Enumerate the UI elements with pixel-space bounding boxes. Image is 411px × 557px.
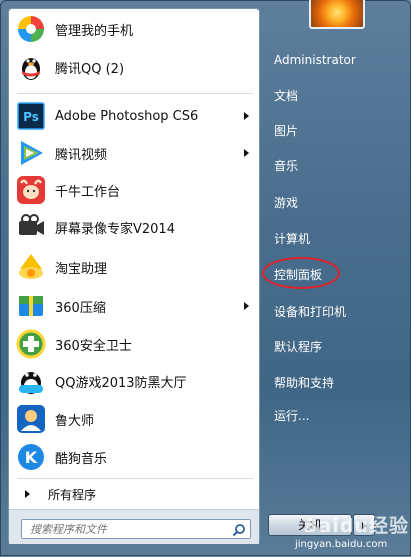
program-item-photoshop[interactable]: Ps Adobe Photoshop CS6	[11, 98, 257, 134]
documents-link[interactable]: 文档	[274, 84, 298, 108]
start-menu: 管理我的手机 腾讯QQ (2) Ps Adobe Photoshop CS6 腾…	[0, 0, 411, 556]
screen-recorder-icon	[15, 211, 47, 243]
kugou-icon: K	[15, 441, 47, 473]
submenu-arrow-icon[interactable]	[244, 112, 249, 120]
svg-text:K: K	[25, 448, 38, 467]
pictures-link[interactable]: 图片	[274, 119, 298, 143]
program-item-tencent-video[interactable]: 腾讯视频	[11, 135, 257, 171]
left-pane: 管理我的手机 腾讯QQ (2) Ps Adobe Photoshop CS6 腾…	[8, 8, 260, 544]
program-label: 屏幕录像专家V2014	[55, 221, 175, 237]
program-item-qq-game[interactable]: QQ游戏2013防黑大厅	[11, 363, 257, 399]
all-programs-button[interactable]: 所有程序	[11, 482, 257, 506]
shutdown-options-button[interactable]	[353, 514, 375, 536]
qianniu-icon	[15, 174, 47, 206]
ludashi-icon	[15, 403, 47, 435]
program-label: QQ游戏2013防黑大厅	[55, 375, 187, 391]
program-item-360-zip[interactable]: 360压缩	[11, 288, 257, 324]
program-label: 酷狗音乐	[55, 451, 108, 467]
submenu-arrow-icon[interactable]	[244, 149, 249, 157]
computer-link[interactable]: 计算机	[274, 227, 310, 251]
program-item-phone-manager[interactable]: 管理我的手机	[11, 11, 257, 47]
qq-game-icon	[15, 365, 47, 397]
360-zip-icon	[15, 290, 47, 322]
phone-manager-icon	[15, 13, 47, 45]
program-item-taobao-assistant[interactable]: 淘宝助理	[11, 249, 257, 285]
all-programs-label: 所有程序	[48, 487, 97, 502]
divider	[17, 93, 253, 94]
program-label: 鲁大师	[55, 413, 95, 429]
games-link[interactable]: 游戏	[274, 191, 298, 215]
program-item-ludashi[interactable]: 鲁大师	[11, 401, 257, 437]
help-support-link[interactable]: 帮助和支持	[274, 371, 334, 395]
user-name-link[interactable]: Administrator	[274, 48, 356, 72]
search-input[interactable]	[22, 520, 230, 538]
program-label: 腾讯视频	[55, 147, 108, 163]
arrow-right-icon	[362, 522, 367, 530]
shutdown-button[interactable]: 关机	[268, 514, 352, 536]
qq-penguin-icon	[15, 51, 47, 83]
program-label: 千牛工作台	[55, 184, 121, 200]
devices-printers-link[interactable]: 设备和打印机	[274, 300, 346, 324]
search-box[interactable]	[21, 519, 251, 539]
run-link[interactable]: 运行...	[274, 404, 309, 428]
default-programs-link[interactable]: 默认程序	[274, 335, 322, 359]
program-item-360-safe[interactable]: 360安全卫士	[11, 326, 257, 362]
music-link[interactable]: 音乐	[274, 154, 298, 178]
search-area	[9, 509, 259, 544]
program-label: 360安全卫士	[55, 338, 132, 354]
svg-text:Ps: Ps	[23, 110, 39, 124]
program-item-screen-recorder[interactable]: 屏幕录像专家V2014	[11, 209, 257, 245]
program-item-kugou[interactable]: K 酷狗音乐	[11, 439, 257, 475]
program-label: 腾讯QQ (2)	[55, 61, 125, 77]
taobao-assistant-icon	[15, 251, 47, 283]
program-item-qq[interactable]: 腾讯QQ (2)	[11, 49, 257, 85]
tencent-video-icon	[15, 137, 47, 169]
photoshop-icon: Ps	[15, 100, 47, 132]
submenu-arrow-icon[interactable]	[244, 302, 249, 310]
search-icon[interactable]	[232, 522, 246, 537]
program-label: 管理我的手机	[55, 23, 134, 39]
user-avatar[interactable]	[309, 0, 365, 29]
program-item-qianniu[interactable]: 千牛工作台	[11, 172, 257, 208]
program-label: 淘宝助理	[55, 261, 108, 277]
program-label: 360压缩	[55, 300, 106, 316]
divider	[17, 478, 253, 479]
360-safe-icon	[15, 328, 47, 360]
expand-arrow-icon	[25, 490, 30, 498]
highlight-ellipse	[262, 257, 340, 289]
program-label: Adobe Photoshop CS6	[55, 108, 199, 124]
